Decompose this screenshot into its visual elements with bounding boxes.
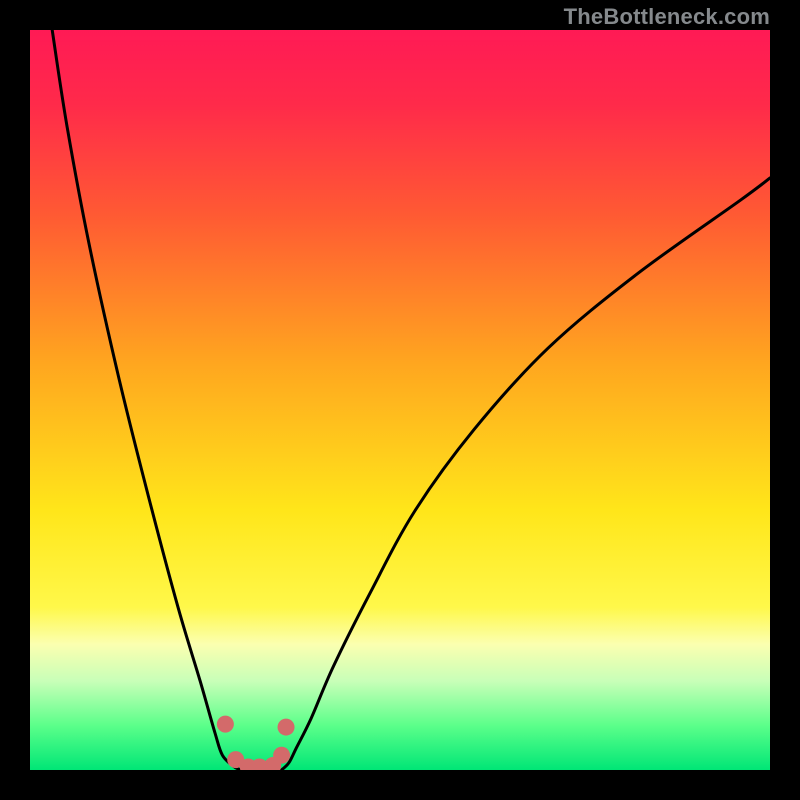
plot-area [30, 30, 770, 770]
curves-layer [30, 30, 770, 770]
right-branch-curve [282, 178, 770, 770]
valley-markers-group [217, 716, 295, 770]
valley-marker [217, 716, 234, 733]
chart-frame: TheBottleneck.com [0, 0, 800, 800]
valley-marker [278, 719, 295, 736]
watermark-text: TheBottleneck.com [564, 4, 770, 30]
left-branch-curve [52, 30, 241, 770]
valley-marker [273, 747, 290, 764]
